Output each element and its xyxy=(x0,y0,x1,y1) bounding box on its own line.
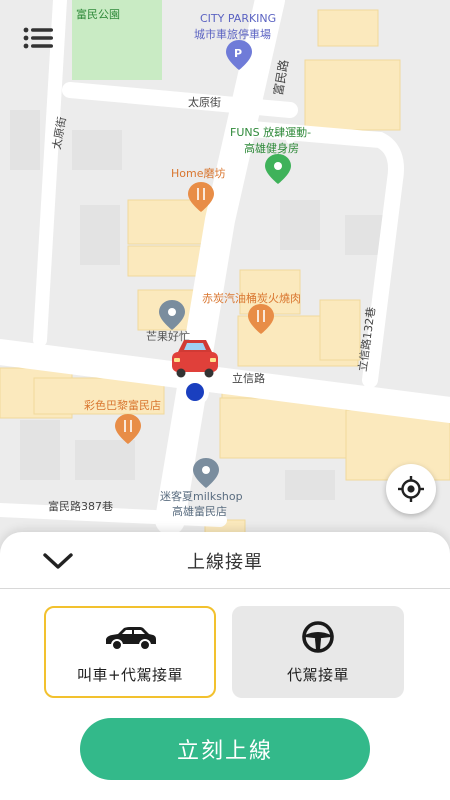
lixin-road-label: 立信路 xyxy=(232,371,265,385)
current-location-dot xyxy=(181,378,209,406)
car-icon xyxy=(102,620,158,654)
map-view[interactable]: 富民公園 CITY PARKING 城市車旅停車場 富民路 太原街 太原街 FU… xyxy=(0,0,450,560)
option-driver-only-label: 代駕接單 xyxy=(286,665,349,684)
menu-icon xyxy=(23,27,53,49)
milkshop-label-line1: 迷客夏milkshop xyxy=(160,489,243,503)
locate-me-button[interactable] xyxy=(386,464,436,514)
park-label: 富民公園 xyxy=(76,7,120,21)
option-ride-and-driver[interactable]: 叫車+代駕接單 xyxy=(44,606,216,698)
steering-wheel-icon xyxy=(301,620,335,654)
svg-text:P: P xyxy=(234,47,242,60)
lane-387-label: 富民路387巷 xyxy=(48,499,113,513)
sheet-header: 上線接單 xyxy=(0,532,450,589)
option-ride-and-driver-label: 叫車+代駕接單 xyxy=(76,665,184,684)
mango-label: 芒果好忙 xyxy=(146,329,190,343)
restaurant-home-label: Home磨坊 xyxy=(171,166,225,180)
my-location-icon xyxy=(398,476,424,502)
menu-button[interactable] xyxy=(18,22,58,54)
bbq-label: 赤炭汽油桶炭火燒肉 xyxy=(202,291,301,305)
parking-label-line1: CITY PARKING xyxy=(200,12,276,25)
road-label-taiyuan-top: 太原街 xyxy=(188,95,221,109)
option-driver-only[interactable]: 代駕接單 xyxy=(232,606,404,698)
gym-label-line1: FUNS 放肆運動- xyxy=(230,125,311,139)
caise-label: 彩色巴黎富民店 xyxy=(84,398,161,412)
sheet-title: 上線接單 xyxy=(187,552,263,573)
go-online-button[interactable]: 立刻上線 xyxy=(80,718,370,780)
parking-label-line2: 城市車旅停車場 xyxy=(194,27,271,41)
milkshop-label-line2: 高雄富民店 xyxy=(172,504,227,518)
gym-label-line2: 高雄健身房 xyxy=(244,141,299,155)
online-bottom-sheet: 上線接單 叫車+代駕接單 代駕接單 立刻上線 xyxy=(0,532,450,800)
